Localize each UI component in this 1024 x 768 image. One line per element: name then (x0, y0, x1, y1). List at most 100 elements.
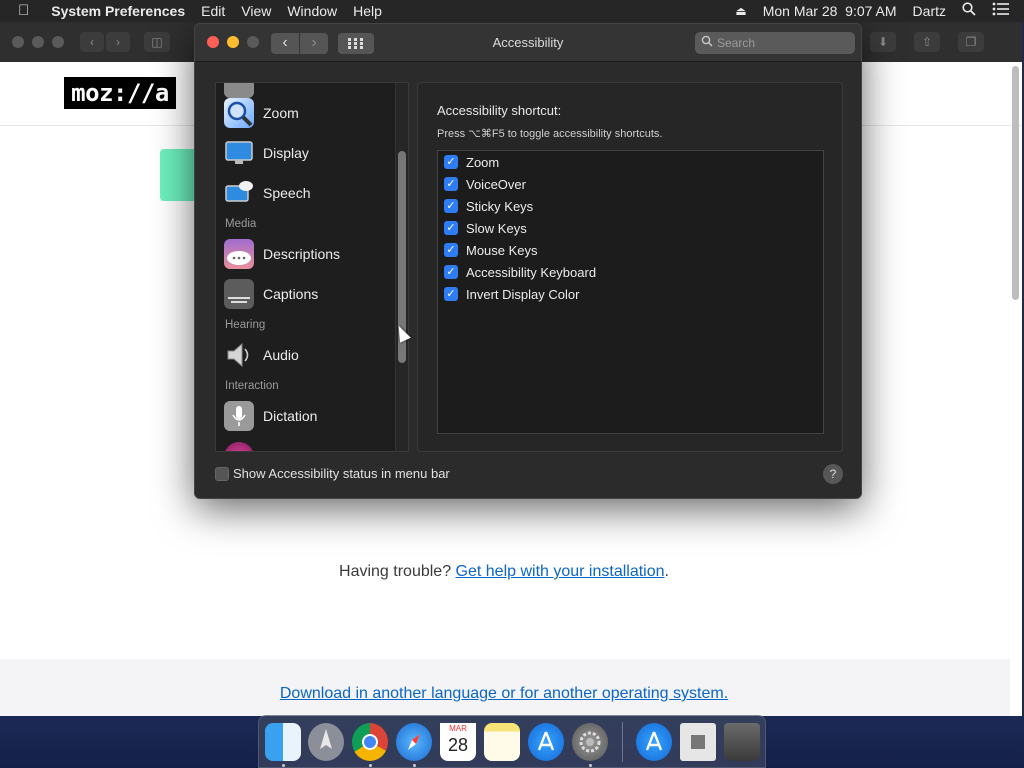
calendar-day: 28 (447, 735, 469, 755)
running-indicator (589, 764, 592, 767)
option-label: VoiceOver (466, 176, 526, 192)
tabs-icon[interactable]: ❐ (958, 32, 984, 52)
descriptions-icon (224, 239, 254, 269)
system-preferences-icon[interactable] (572, 723, 608, 761)
shortcut-option-voiceover[interactable]: ✓ VoiceOver (444, 173, 526, 195)
option-label: Invert Display Color (466, 286, 580, 302)
calendar-month: MAR (440, 723, 476, 734)
trouble-label: Having trouble? (339, 563, 456, 580)
calendar-icon[interactable]: MAR 28 (440, 723, 476, 761)
sidebar-item-label: Descriptions (263, 246, 341, 262)
sidebar-item-label: Audio (263, 347, 299, 363)
eject-icon[interactable]: ⏏ (727, 0, 754, 22)
checkbox-checked[interactable]: ✓ (444, 221, 458, 235)
shortcut-list: ✓ Zoom ✓ VoiceOver ✓ Sticky Keys ✓ Slow … (437, 150, 824, 434)
trash-icon[interactable] (724, 723, 760, 761)
checkbox-checked[interactable]: ✓ (444, 177, 458, 191)
partial-icon (224, 442, 254, 451)
app-store-icon[interactable] (528, 723, 564, 761)
option-label: Slow Keys (466, 220, 527, 236)
option-label: Accessibility Keyboard (466, 264, 597, 280)
chrome-icon[interactable] (352, 723, 388, 761)
search-box[interactable] (695, 32, 855, 54)
apple-icon[interactable]:  (0, 0, 43, 22)
sidebar-header-interaction: Interaction (225, 380, 279, 392)
sidebar-item-label: Display (263, 145, 309, 161)
finder-icon[interactable] (265, 723, 301, 761)
sidebar-header-hearing: Hearing (225, 319, 266, 331)
launchpad-icon[interactable] (308, 723, 344, 761)
sidebar-item-dictation[interactable]: Dictation (224, 398, 317, 434)
checkbox-checked[interactable]: ✓ (444, 287, 458, 301)
menubar-user[interactable]: Dartz (905, 0, 954, 22)
sidebar-item-descriptions[interactable]: Descriptions (224, 236, 340, 272)
shortcut-option-mouse-keys[interactable]: ✓ Mouse Keys (444, 239, 538, 261)
shortcut-option-zoom[interactable]: ✓ Zoom (444, 151, 499, 173)
status-menu-label[interactable]: Show Accessibility status in menu bar (233, 466, 450, 481)
page-scrollbar[interactable] (1012, 66, 1019, 300)
sidebar-item-display[interactable]: Display (224, 135, 309, 171)
sidebar-item-speech[interactable]: Speech (224, 175, 310, 211)
checkbox-checked[interactable]: ✓ (444, 199, 458, 213)
download-other-link[interactable]: Download in another language or for anot… (0, 685, 1008, 703)
list-icon[interactable] (984, 0, 1024, 22)
sidebar-item-captions[interactable]: Captions (224, 276, 318, 312)
menu-window[interactable]: Window (279, 0, 345, 22)
sidebar-item-audio[interactable]: Audio (224, 337, 299, 373)
sidebar-item-label: Captions (263, 286, 319, 302)
menu-view[interactable]: View (233, 0, 279, 22)
option-label: Mouse Keys (466, 242, 538, 258)
search-input[interactable] (717, 34, 849, 52)
sidebar-item-label: Dictation (263, 408, 318, 424)
option-label: Zoom (466, 154, 500, 170)
file-icon[interactable] (680, 723, 716, 761)
sidebar-item-partial-bottom[interactable] (224, 439, 263, 451)
shortcut-option-invert-display-color[interactable]: ✓ Invert Display Color (444, 283, 579, 305)
zoom-icon (224, 98, 254, 128)
dock-divider (622, 722, 623, 762)
share-icon[interactable]: ⇧ (914, 32, 940, 52)
checkbox-checked[interactable]: ✓ (444, 265, 458, 279)
app-store-download-icon[interactable] (636, 723, 672, 761)
help-button[interactable]: ? (823, 464, 843, 484)
sidebar-item-zoom[interactable]: Zoom (224, 95, 299, 131)
dock: MAR 28 (258, 715, 766, 768)
running-indicator (413, 764, 416, 767)
menubar-clock[interactable]: Mon Mar 28 9:07 AM (755, 0, 905, 22)
back-icon[interactable]: ‹ (80, 32, 104, 52)
help-link[interactable]: Get help with your installation (456, 563, 665, 580)
notes-icon[interactable] (484, 723, 520, 761)
download-button[interactable] (160, 149, 196, 201)
shortcut-option-accessibility-keyboard[interactable]: ✓ Accessibility Keyboard (444, 261, 596, 283)
trouble-text: Having trouble? Get help with your insta… (0, 563, 1008, 581)
search-icon[interactable] (954, 0, 984, 22)
option-label: Sticky Keys (466, 198, 534, 214)
menu-bar:  System Preferences Edit View Window He… (0, 0, 1024, 22)
sidebar-item-label: Speech (263, 185, 311, 201)
running-indicator (369, 764, 372, 767)
shortcut-option-slow-keys[interactable]: ✓ Slow Keys (444, 217, 527, 239)
sidebar-header-media: Media (225, 218, 257, 230)
menu-app-name[interactable]: System Preferences (43, 0, 193, 22)
mozilla-logo[interactable]: moz://a (64, 77, 176, 109)
download-icon[interactable]: ⬇ (870, 32, 896, 52)
close-icon[interactable] (12, 36, 24, 48)
safari-icon[interactable] (396, 723, 432, 761)
dictation-icon (224, 401, 254, 431)
forward-icon[interactable]: › (106, 32, 130, 52)
checkbox-checked[interactable]: ✓ (444, 155, 458, 169)
minimize-icon[interactable] (32, 36, 44, 48)
menu-edit[interactable]: Edit (193, 0, 233, 22)
shortcut-panel: Accessibility shortcut: Press ⌥⌘F5 to to… (417, 82, 843, 452)
audio-icon (224, 340, 254, 370)
zoom-window-icon[interactable] (52, 36, 64, 48)
panel-subheading: Press ⌥⌘F5 to toggle accessibility short… (437, 128, 663, 140)
menu-help[interactable]: Help (345, 0, 390, 22)
status-menu-checkbox[interactable] (215, 467, 229, 481)
trouble-suffix: . (664, 563, 669, 580)
checkbox-checked[interactable]: ✓ (444, 243, 458, 257)
shortcut-option-sticky-keys[interactable]: ✓ Sticky Keys (444, 195, 533, 217)
panel-heading: Accessibility shortcut: (437, 103, 562, 118)
prefs-titlebar: ‹ › Accessibility (195, 24, 861, 62)
sidebar-toggle-icon[interactable]: ◫ (144, 32, 170, 52)
